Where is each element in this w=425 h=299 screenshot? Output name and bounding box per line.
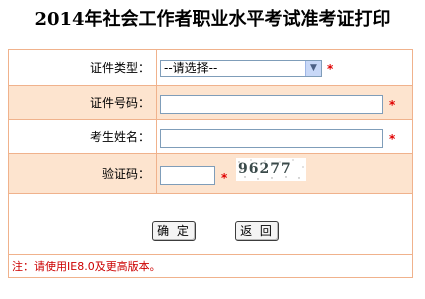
id-type-select[interactable]: --请选择-- ▼ [160,60,322,77]
id-type-selected-value: --请选择-- [164,61,218,75]
confirm-button[interactable]: 确 定 [152,221,196,241]
id-type-label: 证件类型： [89,61,150,75]
name-label-cell: 考生姓名： [9,120,157,153]
back-button[interactable]: 返 回 [235,221,279,241]
captcha-label-cell: 验证码： [9,154,157,193]
name-required-mark: * [389,132,396,146]
id-number-label-cell: 证件号码： [9,86,157,119]
browser-note: 注：请使用IE8.0及更高版本。 [12,260,161,273]
id-type-required-mark: * [327,62,334,76]
button-row [9,194,412,255]
page-title: 2014年社会工作者职业水平考试准考证打印 [34,9,391,30]
admission-ticket-form: 证件类型： 证件号码： 考生姓名： 验证码： --请选择-- ▼ * * * * [8,49,413,278]
chevron-down-icon[interactable]: ▼ [305,61,321,76]
captcha-image[interactable]: 96277 [236,158,306,181]
captcha-required-mark: * [221,171,228,185]
name-input[interactable] [160,129,383,148]
id-number-input[interactable] [160,95,383,114]
id-number-label: 证件号码： [89,96,150,110]
captcha-input[interactable] [160,166,215,185]
id-number-required-mark: * [389,98,396,112]
captcha-text: 96277 [238,161,292,177]
captcha-label: 验证码： [101,167,150,181]
id-type-label-cell: 证件类型： [9,50,157,85]
name-label: 考生姓名： [89,130,150,144]
